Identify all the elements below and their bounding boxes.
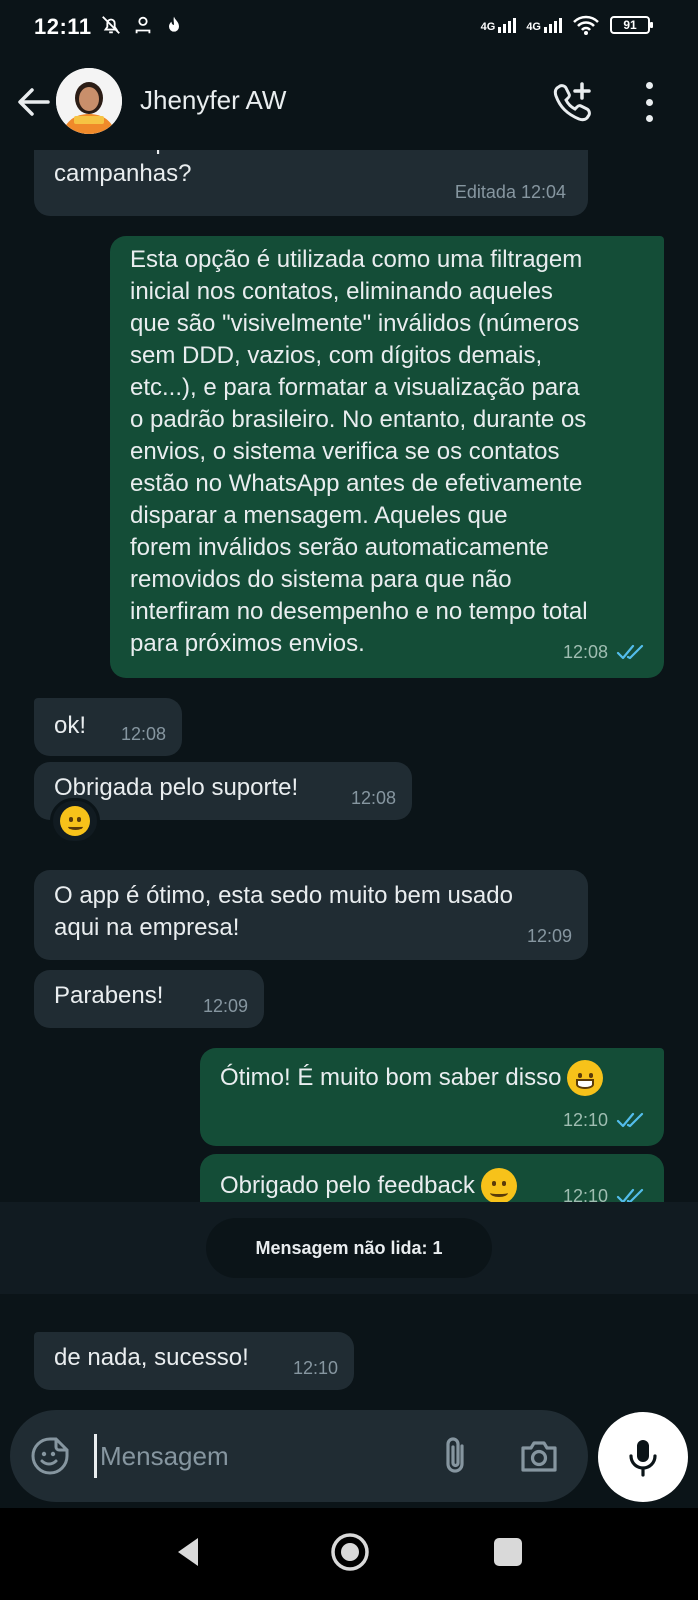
winking-smile-icon [480,1168,517,1204]
message-input[interactable] [100,1434,420,1478]
message-time: 12:08 [563,636,646,668]
signal2-label: 4G [526,20,541,33]
chat-header: Jhenyfer AW [0,54,698,150]
message-time: Editada 12:04 [455,176,566,208]
message-incoming[interactable]: Parabens! 12:09 [34,970,264,1028]
message-content: Ótimo! É muito bom saber disso [220,1060,604,1096]
message-time-label: 12:08 [350,788,396,808]
system-nav-bar [0,1508,698,1600]
message-text: Esta opção é utilizada como uma filtrage… [130,246,588,657]
read-ticks-icon [616,1112,644,1128]
message-text: Ótimo! É muito bom saber disso [220,1064,562,1091]
nav-home-icon[interactable] [330,1532,370,1572]
avatar[interactable] [56,68,122,134]
back-arrow-icon[interactable] [14,84,54,120]
message-time: 12:08 [121,718,166,750]
signal1-label: 4G [480,20,496,33]
message-time-label: 12:08 [120,724,166,744]
wifi-icon [573,15,599,35]
battery-icon: 91 [610,16,653,34]
bell-off-icon [102,16,120,34]
message-time-label: Editada 12:04 [454,182,566,202]
message-time: 12:09 [527,920,572,952]
message-time: 12:10 [293,1352,338,1384]
message-time-label: 12:09 [202,996,248,1016]
message-outgoing[interactable]: Ótimo! É muito bom saber disso 12:10 [200,1048,664,1146]
message-text: Obrigada pelo suporte! [54,774,299,801]
message-time-label: 12:08 [562,642,608,662]
message-incoming[interactable]: O app é ótimo, esta sedo muito bem usado… [34,870,588,960]
message-time: 12:09 [203,990,248,1022]
winking-smile-icon [60,806,90,836]
contact-name[interactable]: Jhenyfer AW [140,85,286,116]
unread-divider-label: Mensagem não lida: 1 [255,1237,443,1258]
unread-divider: Mensagem não lida: 1 [206,1218,492,1278]
message-incoming[interactable]: de nada, sucesso! 12:10 [34,1332,354,1390]
status-bar: 12:11 4G 4G 91 [0,0,698,54]
signal-icon: 4G [480,17,517,33]
message-incoming[interactable]: de sofrer problemas futuros com minhas c… [34,150,588,216]
message-text: Obrigado pelo feedback [220,1172,475,1199]
paperclip-icon[interactable] [438,1434,472,1478]
read-ticks-icon [616,644,644,660]
nav-back-icon[interactable] [174,1536,202,1568]
message-text: Parabens! [54,982,164,1009]
message-time: 12:08 [351,782,396,814]
message-time-label: 12:09 [526,926,572,946]
chat-area[interactable]: de sofrer problemas futuros com minhas c… [0,150,698,1400]
more-options-icon[interactable] [642,82,656,122]
battery-level: 91 [623,18,637,32]
grinning-face-icon [567,1060,604,1096]
message-time-label: 12:10 [292,1358,338,1378]
composer [0,1400,698,1508]
status-notification-icons [100,14,184,36]
microphone-icon [629,1440,657,1477]
nav-recents-icon[interactable] [494,1538,522,1566]
sticker-icon[interactable] [30,1436,70,1476]
signal-icon: 4G [526,17,562,33]
text-cursor [94,1434,97,1478]
voice-record-button[interactable] [598,1412,688,1502]
message-incoming[interactable]: ok! 12:08 [34,698,182,756]
add-call-icon[interactable] [552,80,594,122]
message-text: ok! [54,712,87,739]
message-text: O app é ótimo, esta sedo muito bem usado… [54,882,513,941]
message-time-label: 12:10 [562,1110,608,1130]
person-badge-icon [135,16,151,34]
message-input-container[interactable] [10,1410,588,1502]
message-reaction[interactable] [50,798,100,844]
message-content: Obrigado pelo feedback [220,1168,517,1204]
message-time: 12:10 [563,1104,646,1136]
status-time: 12:11 [34,14,92,39]
status-system-icons: 4G 4G 91 [480,14,653,36]
message-outgoing[interactable]: Esta opção é utilizada como uma filtrage… [110,236,664,678]
message-text: de sofrer problemas futuros com minhas c… [54,150,484,187]
camera-icon[interactable] [518,1436,560,1476]
message-text: de nada, sucesso! [54,1344,249,1371]
flame-icon [169,16,179,32]
